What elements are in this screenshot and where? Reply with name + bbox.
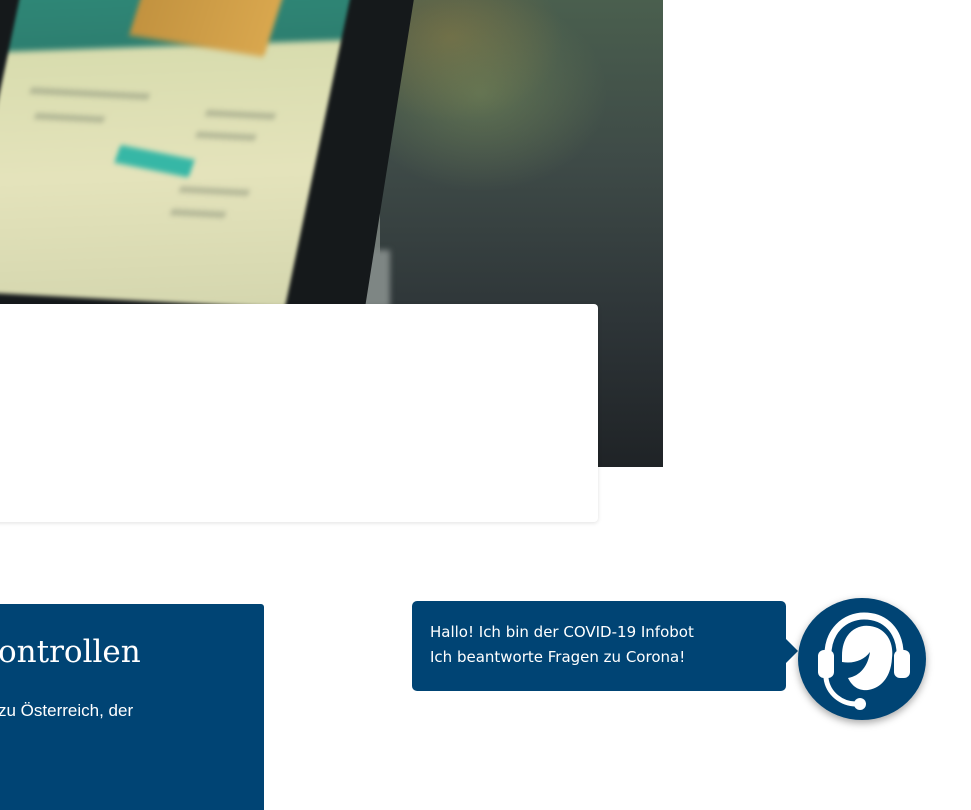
- teaser-text: zu Österreich, der: [0, 701, 134, 720]
- chatbot-greeting-line-1: Hallo! Ich bin der COVID-19 Infobot: [430, 623, 694, 641]
- headset-agent-icon: [818, 612, 910, 710]
- page: ontrollen zu Österreich, der Hallo! Ich …: [0, 0, 971, 810]
- chatbot-greeting-line-2: Ich beantworte Fragen zu Corona!: [430, 648, 686, 666]
- chatbot-launcher-button[interactable]: [798, 598, 926, 720]
- teaser-card[interactable]: ontrollen zu Österreich, der: [0, 604, 264, 810]
- teaser-title: ontrollen: [0, 634, 141, 670]
- content-card: [0, 304, 598, 522]
- chatbot-greeting-bubble[interactable]: Hallo! Ich bin der COVID-19 Infobot Ich …: [412, 601, 798, 691]
